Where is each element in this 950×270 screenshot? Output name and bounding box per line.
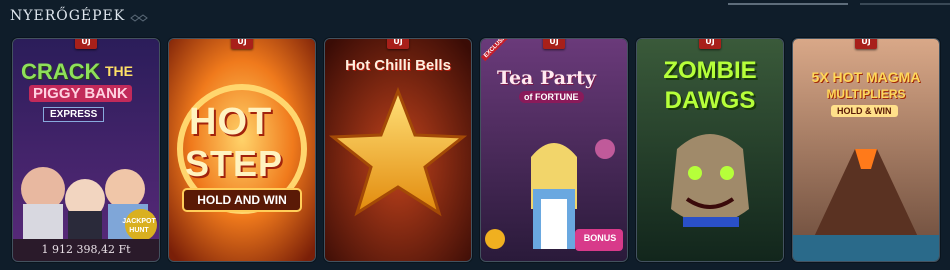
game-carousel: ÚJ CRACK THE PIGGY BANK EXPRESS JACKPOT …: [10, 34, 950, 270]
jackpot-amount: 1 912 398,42 Ft: [13, 239, 159, 261]
game-title-line2: THE: [105, 63, 133, 79]
game-title-line4: EXPRESS: [43, 107, 105, 122]
new-badge: ÚJ: [75, 39, 97, 49]
game-title-line2: DAWGS: [664, 87, 756, 114]
game-title-line2: of FORTUNE: [519, 91, 584, 103]
game-title-line2: MULTIPLIERS: [826, 87, 906, 101]
new-badge: ÚJ: [543, 39, 565, 49]
game-title-line1: CRACK: [21, 59, 101, 84]
game-title-line2: STEP: [185, 143, 284, 184]
new-badge: ÚJ: [231, 39, 253, 49]
new-badge: ÚJ: [699, 39, 721, 49]
section-title: NYERŐGÉPEK: [10, 8, 126, 24]
game-title-line3: PIGGY BANK: [29, 85, 132, 102]
game-card-5x-hot-magma-multipliers[interactable]: ÚJ 5X HOT MAGMA MULTIPLIERS HOLD & WIN: [792, 38, 940, 262]
game-title-line1: ZOMBIE: [663, 57, 757, 84]
game-title-line1: HOT: [189, 101, 273, 143]
diamond-divider-icon: [130, 14, 148, 22]
tab-indicator: [728, 3, 848, 5]
section-header: NYERŐGÉPEK: [0, 0, 950, 34]
new-badge: ÚJ: [855, 39, 877, 49]
game-card-tea-party-of-fortune[interactable]: ÚJ EXCLUSIVE Tea Party of FORTUNE BONUS: [480, 38, 628, 262]
game-card-crack-the-piggy-bank[interactable]: ÚJ CRACK THE PIGGY BANK EXPRESS JACKPOT …: [12, 38, 160, 262]
bonus-badge: BONUS: [583, 233, 617, 243]
game-card-hot-chilli-bells[interactable]: ÚJ Hot Chilli Bells: [324, 38, 472, 262]
game-subtitle: HOLD AND WIN: [197, 193, 287, 207]
tab-indicator-secondary: [860, 3, 950, 5]
game-card-zombie-dawgs[interactable]: ÚJ ZOMBIE DAWGS: [636, 38, 784, 262]
game-card-hot-step[interactable]: ÚJ HOT STEP HOLD AND WIN: [168, 38, 316, 262]
jackpot-hunt-logo: JACKPOT HUNT: [122, 218, 156, 234]
game-title-line1: 5X HOT MAGMA: [811, 69, 921, 85]
game-title: Hot Chilli Bells: [345, 57, 451, 74]
game-subtitle: HOLD & WIN: [831, 105, 898, 117]
game-title-line1: Tea Party: [497, 67, 596, 89]
new-badge: ÚJ: [387, 39, 409, 49]
